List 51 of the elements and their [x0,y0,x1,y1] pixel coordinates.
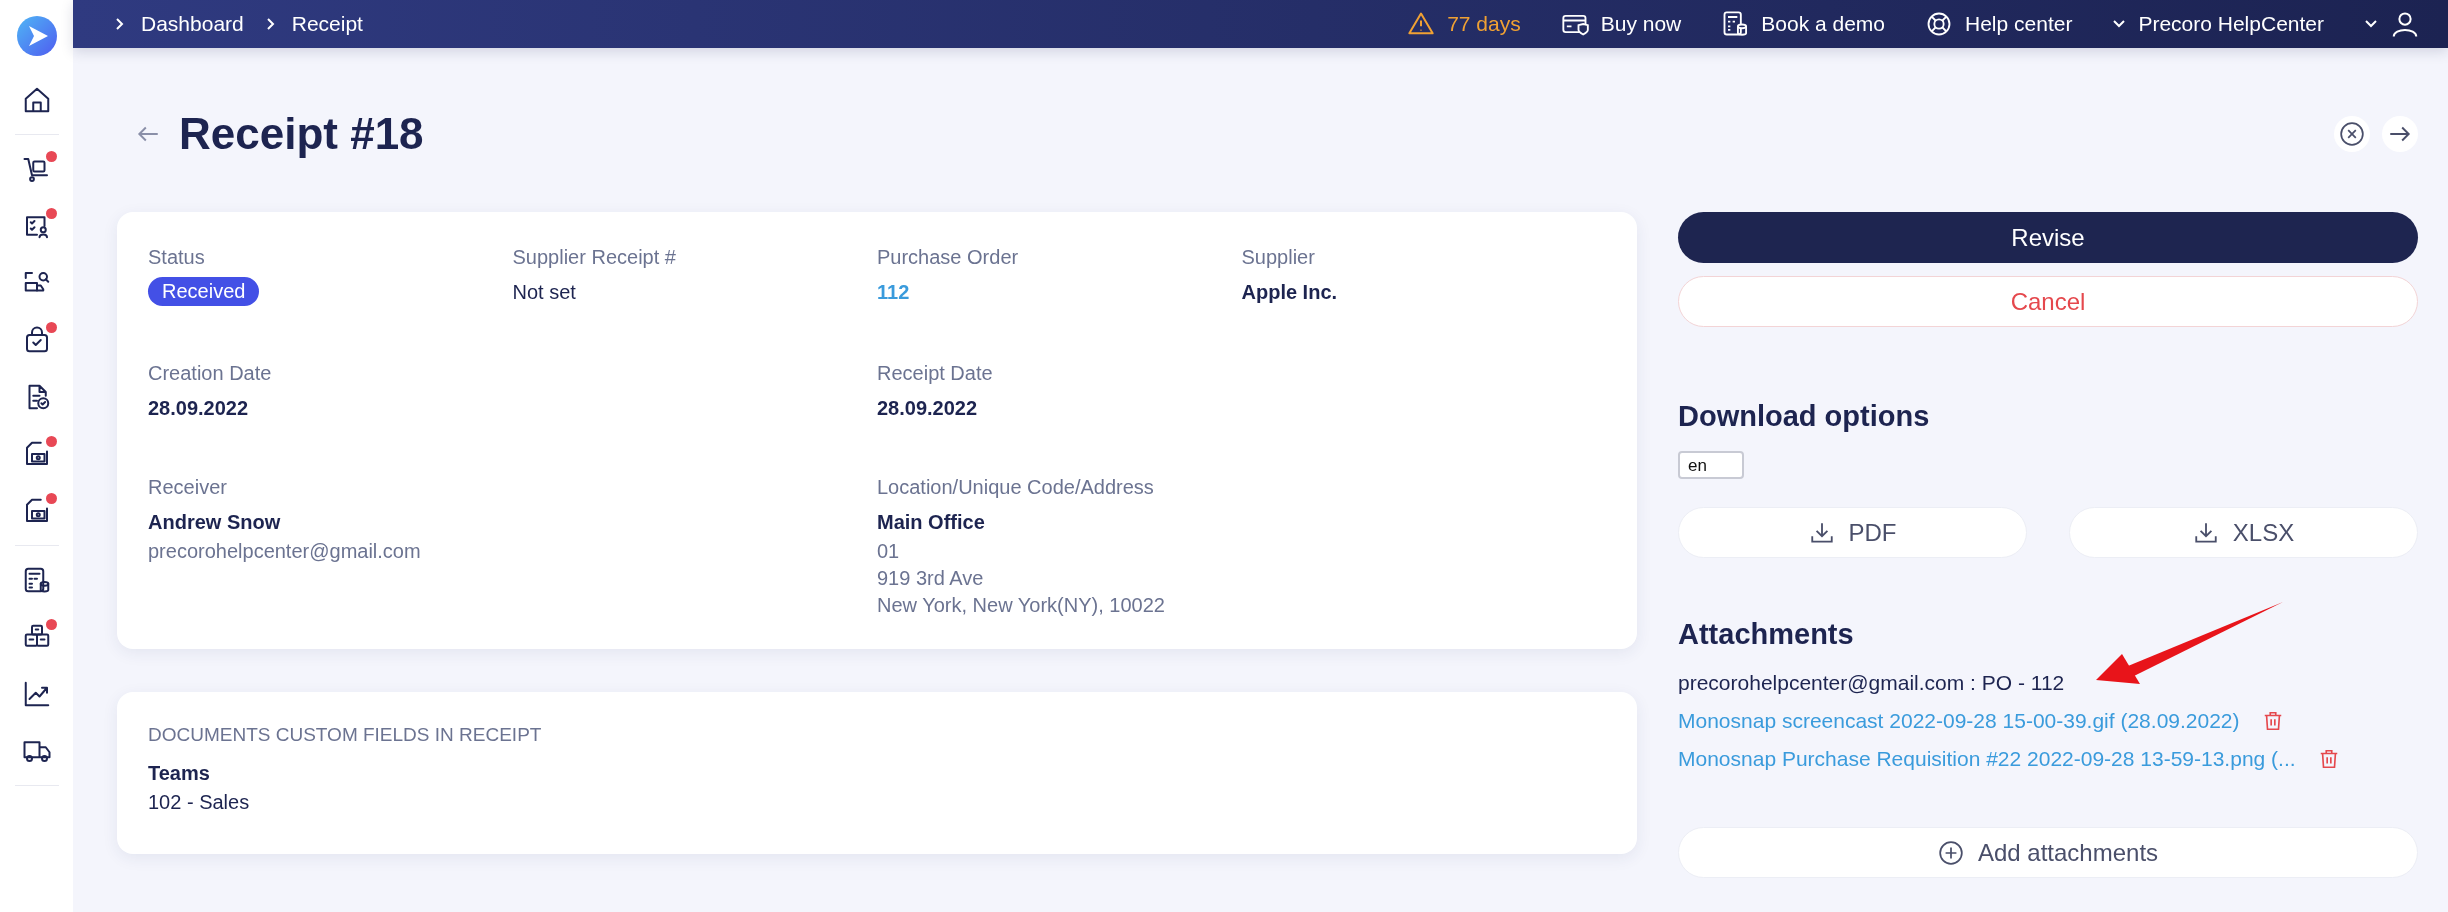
field-value: 28.09.2022 [148,397,249,420]
language-select[interactable]: en [1678,451,1744,479]
field-value: Andrew Snow [148,511,281,534]
company-name[interactable]: Precoro HelpCenter [2138,12,2324,36]
breadcrumb-link[interactable]: Receipt [291,12,363,36]
field-label: Supplier [1241,246,1315,269]
field-label: Purchase Order [877,246,1019,269]
user-icon[interactable] [2390,9,2420,39]
field-label: Teams [148,762,210,785]
revise-button[interactable]: Revise [1678,212,2418,263]
chevron-down-icon[interactable] [2112,19,2127,29]
lifebuoy-icon [1925,10,1953,38]
logo-icon[interactable] [16,16,57,56]
cancel-button[interactable]: Cancel [1678,276,2418,327]
chevron-down-icon[interactable] [2364,19,2378,29]
topbar-link[interactable]: Book a demo [1721,10,1885,38]
download-button[interactable]: XLSX [2069,507,2418,558]
section-heading: DOCUMENTS CUSTOM FIELDS IN RECEIPT [148,724,542,746]
field-detail: New York, New York(NY), 10022 [877,593,1165,618]
chevron-right-icon [265,17,276,31]
field-label: Supplier Receipt # [512,246,676,269]
trial-days-text: 77 days [1447,12,1521,36]
close-icon [2339,121,2365,147]
field-label: Receipt Date [877,362,993,385]
topbar-link[interactable]: Buy now [1560,10,1682,38]
close-button[interactable] [2334,116,2370,152]
download-button[interactable]: PDF [1678,507,2027,558]
topbar-link[interactable]: Help center [1925,10,2073,38]
chevron-right-icon [115,17,125,31]
plus-circle-icon [1937,839,1964,866]
attachment-note: precorohelpcenter@gmail.com : PO - 112 [1678,671,2066,695]
field-value: 28.09.2022 [877,397,978,420]
field-label: Location/Unique Code/Address [877,476,1154,499]
section-heading: Attachments [1678,618,1855,651]
field-value: Apple Inc. [1241,281,1338,304]
page-title: Receipt #18 [179,109,424,159]
field-value: Main Office [877,511,985,534]
field-label: Status [148,246,205,269]
section-heading: Download options [1678,400,1931,433]
field-label: Receiver [148,476,227,499]
add-attachments-button[interactable]: Add attachments [1678,827,2418,878]
field-detail: 919 3rd Ave [877,566,984,591]
field-value: Not set [512,281,576,304]
breadcrumb-link[interactable]: Dashboard [141,12,244,36]
field-label: Creation Date [148,362,272,385]
calculator-icon [1721,10,1750,38]
field-detail: 01 [877,539,900,564]
field-value: 102 - Sales [148,791,250,814]
next-button[interactable] [2382,116,2418,152]
status-badge: Received [148,277,260,306]
field-detail: precorohelpcenter@gmail.com [148,539,421,564]
